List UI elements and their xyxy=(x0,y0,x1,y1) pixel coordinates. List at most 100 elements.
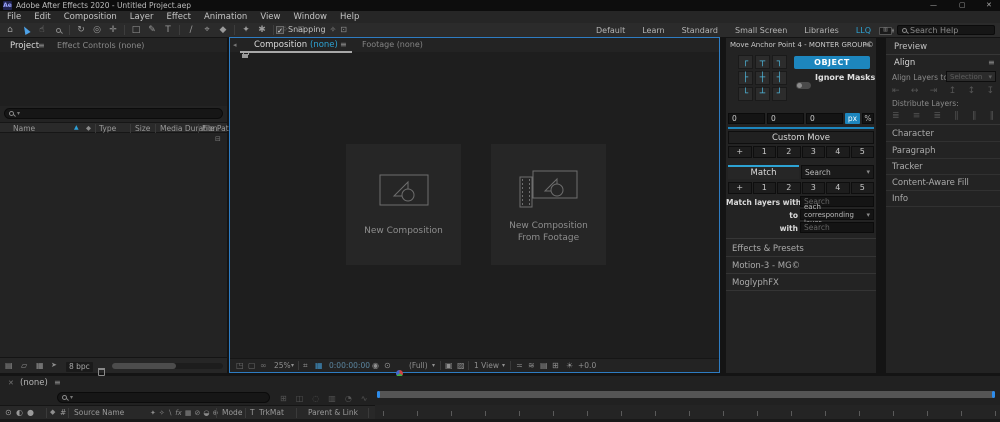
ignore-masks-toggle[interactable] xyxy=(796,74,811,93)
snapping-checkbox[interactable]: ✓ xyxy=(276,26,284,34)
switch-draft-icon[interactable]: ∖ xyxy=(168,409,172,417)
interpret-footage-icon[interactable]: ▤ xyxy=(5,362,13,370)
custom-move-2-button[interactable]: 2 xyxy=(777,146,801,158)
align-h-center-button[interactable]: ↔ xyxy=(911,86,919,96)
clone-stamp-tool[interactable]: ⌖ xyxy=(200,24,214,36)
align-panel-menu-icon[interactable]: ≡ xyxy=(988,59,995,67)
match-tab-active[interactable]: Match xyxy=(728,165,799,179)
anchor-top-right-button[interactable]: ┐ xyxy=(772,55,787,69)
view-layout-caret-icon[interactable]: ▾ xyxy=(502,363,505,369)
distribute-v-center-button[interactable]: ≡ xyxy=(913,111,921,121)
new-composition-from-footage-button[interactable]: New Composition From Footage xyxy=(491,144,606,265)
anchor-panel-menu-icon[interactable]: ≡ xyxy=(864,41,871,49)
magnification-value[interactable]: 25% xyxy=(274,362,291,370)
label-tag-icon[interactable]: ◆ xyxy=(50,409,55,416)
effects-presets-panel-header[interactable]: Effects & Presets xyxy=(726,241,876,257)
rotate-tool[interactable]: ↻ xyxy=(74,24,88,36)
tab-composition-active[interactable]: Composition xyxy=(254,41,307,50)
project-flowchart-icon[interactable]: ⊟ xyxy=(215,136,221,143)
match-add-button[interactable]: + xyxy=(728,182,752,194)
menu-layer[interactable]: Layer xyxy=(130,12,154,22)
project-search-input[interactable] xyxy=(23,109,218,118)
sort-ascending-icon[interactable]: ▲ xyxy=(74,125,79,131)
new-composition-icon[interactable]: ▦ xyxy=(36,362,44,370)
workspace-bar-badge-icon[interactable]: ▥ xyxy=(879,27,892,35)
puppet-pin-tool[interactable]: ✱ xyxy=(255,24,269,36)
reset-exposure-icon[interactable]: ☀ xyxy=(566,362,573,370)
eraser-tool[interactable]: ◆ xyxy=(216,24,230,36)
audio-icon[interactable]: ◐ xyxy=(16,409,23,417)
resolution-value[interactable]: (Full) xyxy=(409,362,428,370)
pixel-aspect-icon[interactable]: ≍ xyxy=(516,362,523,370)
info-panel-header[interactable]: Info xyxy=(886,191,1000,207)
frame-blending-icon[interactable]: ▥ xyxy=(328,394,336,403)
loop-icon[interactable]: ∞ xyxy=(260,362,267,370)
custom-move-1-button[interactable]: 1 xyxy=(753,146,777,158)
custom-move-add-button[interactable]: + xyxy=(728,146,752,158)
maximize-button[interactable]: ▢ xyxy=(959,2,966,9)
project-hscroll-track[interactable] xyxy=(112,363,223,369)
current-time-display[interactable]: 0:00:00:00 xyxy=(329,362,370,370)
project-search-box[interactable]: ▾ xyxy=(4,108,223,119)
timeline-button-icon[interactable]: ▤ xyxy=(540,362,548,370)
object-button[interactable]: OBJECT xyxy=(794,56,870,69)
custom-move-3-button[interactable]: 3 xyxy=(802,146,826,158)
project-panel-menu-icon[interactable]: ≡ xyxy=(38,42,45,50)
distribute-left-button[interactable]: ∥ xyxy=(954,111,959,121)
anchor-mid-right-button[interactable]: ┤ xyxy=(772,71,787,85)
close-button[interactable]: ✕ xyxy=(986,2,992,9)
anchor-bottom-center-button[interactable]: ┴ xyxy=(755,87,770,101)
custom-move-4-button[interactable]: 4 xyxy=(826,146,850,158)
hand-tool[interactable]: ☝ xyxy=(35,24,49,36)
workspace-tab-small-screen[interactable]: Small Screen xyxy=(735,26,787,35)
timeline-search-box[interactable]: ▾ xyxy=(57,392,270,403)
match-1-button[interactable]: 1 xyxy=(753,182,777,194)
timeline-tab-close-icon[interactable]: ✕ xyxy=(8,380,14,387)
draft-3d-icon[interactable]: ◫ xyxy=(296,394,304,403)
roto-brush-tool[interactable]: ✦ xyxy=(239,24,253,36)
align-panel-header[interactable]: Align xyxy=(894,59,915,68)
layer-number-column[interactable]: # xyxy=(60,409,66,417)
t-column[interactable]: T xyxy=(250,409,255,417)
minimize-button[interactable]: — xyxy=(930,2,937,9)
menu-view[interactable]: View xyxy=(260,12,280,22)
switch-collapse-icon[interactable]: ✧ xyxy=(159,409,165,417)
project-settings-icon[interactable]: ➤ xyxy=(51,362,57,369)
mode-column[interactable]: Mode xyxy=(222,409,242,417)
hide-shy-layers-icon[interactable]: ◌ xyxy=(312,394,319,403)
match-3-button[interactable]: 3 xyxy=(802,182,826,194)
anchor-center-button[interactable]: ┼ xyxy=(755,71,770,85)
composition-panel-menu-icon[interactable]: ≡ xyxy=(340,41,347,49)
graph-editor-icon[interactable]: ∿ xyxy=(361,394,368,403)
workspace-tab-standard[interactable]: Standard xyxy=(682,26,718,35)
anchor-bottom-right-button[interactable]: ┘ xyxy=(772,87,787,101)
menu-effect[interactable]: Effect xyxy=(167,12,191,22)
snapshot-icon[interactable]: ◉ xyxy=(372,362,379,370)
anchor-x-input[interactable] xyxy=(728,113,765,124)
paragraph-panel-header[interactable]: Paragraph xyxy=(886,143,1000,159)
video-eye-icon[interactable]: ⊙ xyxy=(5,409,12,417)
percent-unit-button[interactable]: % xyxy=(862,113,874,124)
project-hscroll-thumb[interactable] xyxy=(112,363,176,369)
motion3-panel-header[interactable]: Motion-3 - MG© xyxy=(726,258,876,274)
camera-tool[interactable]: ◎ xyxy=(90,24,104,36)
region-of-interest-icon[interactable]: ▣ xyxy=(445,362,453,370)
align-top-button[interactable]: ↥ xyxy=(949,86,957,96)
anchor-z-input[interactable] xyxy=(806,113,843,124)
column-size[interactable]: Size xyxy=(135,125,150,133)
pen-tool[interactable]: ✎ xyxy=(145,24,159,36)
label-tag-icon[interactable]: ◆ xyxy=(86,125,91,132)
align-bottom-button[interactable]: ↧ xyxy=(986,86,994,96)
timeline-ruler[interactable] xyxy=(375,405,1000,419)
anchor-top-left-button[interactable]: ┌ xyxy=(738,55,753,69)
zoom-tool[interactable] xyxy=(51,24,65,36)
distribute-right-button[interactable]: ∥ xyxy=(990,111,995,121)
tracker-panel-header[interactable]: Tracker xyxy=(886,159,1000,175)
with-input[interactable] xyxy=(800,222,874,233)
match-search-dropdown[interactable]: Search ▾ xyxy=(801,165,874,179)
composition-mini-flowchart-icon[interactable]: ⊞ xyxy=(280,394,287,403)
column-type[interactable]: Type xyxy=(99,125,116,133)
motion-blur-icon[interactable]: ◔ xyxy=(345,394,352,403)
align-right-button[interactable]: ⇥ xyxy=(930,86,938,96)
expand-icon[interactable]: ⊡ xyxy=(340,25,347,34)
